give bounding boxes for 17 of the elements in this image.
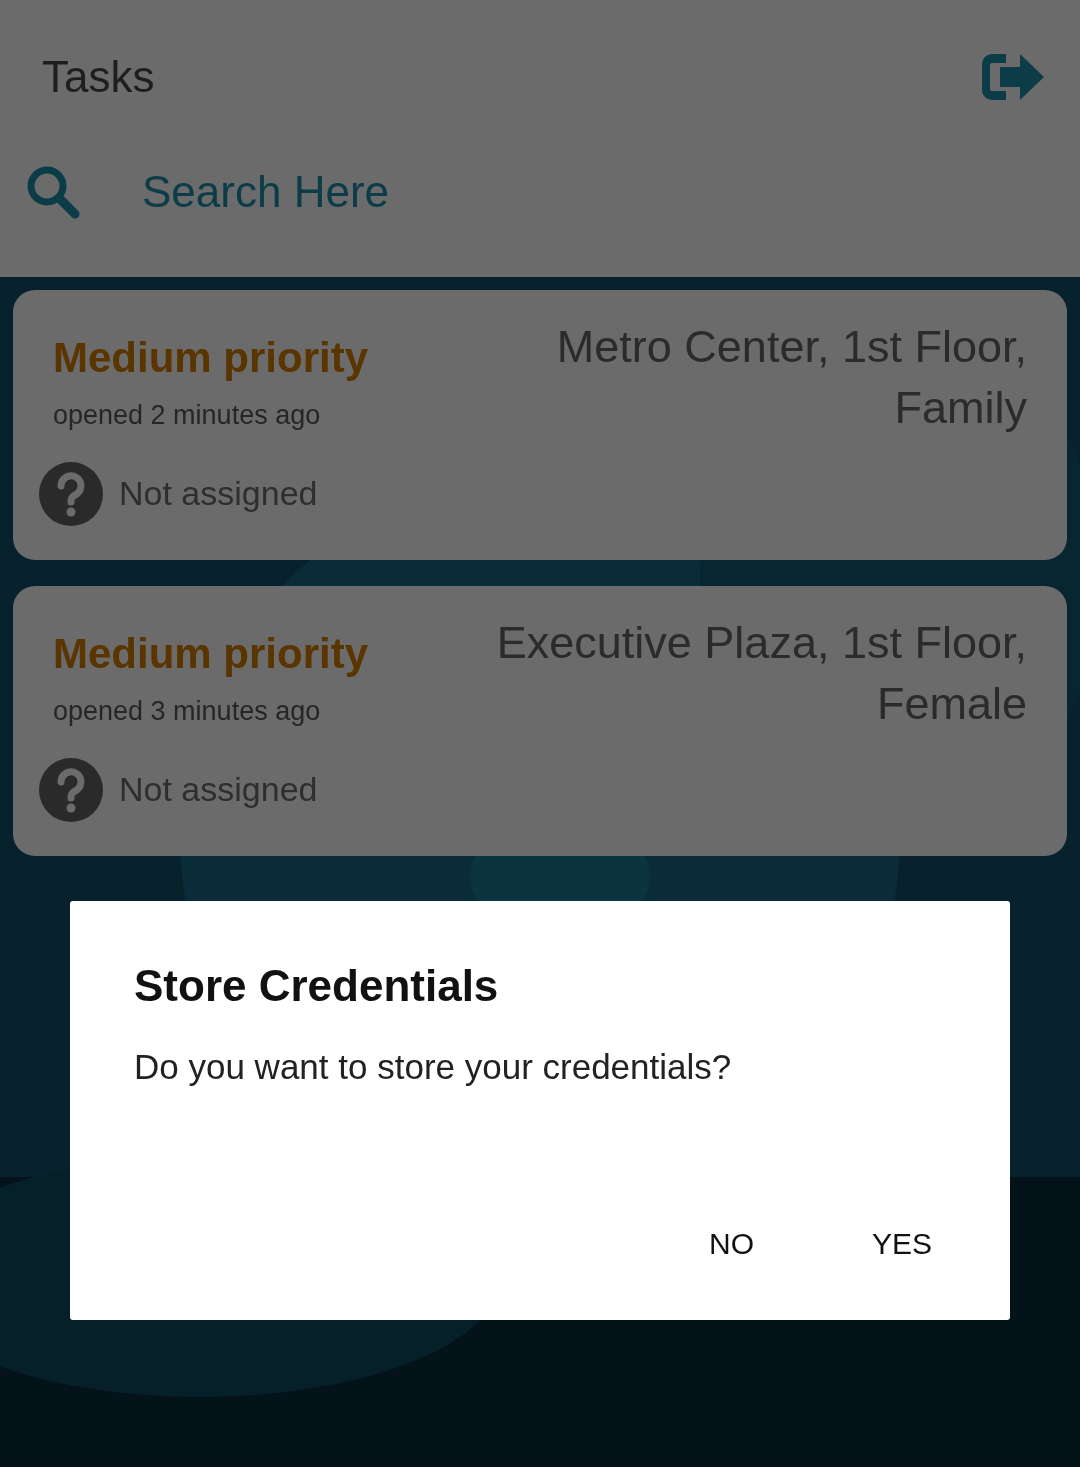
opened-time: opened 2 minutes ago	[53, 399, 322, 432]
dialog-button[interactable]: YES	[847, 1213, 956, 1274]
question-icon	[39, 757, 103, 822]
dialog-button[interactable]: NO	[684, 1213, 778, 1274]
opened-time: opened 3 minutes ago	[53, 695, 322, 728]
priority-label: Medium priority	[53, 629, 369, 679]
location-label: Executive Plaza, 1st Floor, Female	[495, 616, 1027, 731]
question-icon	[39, 461, 103, 526]
search-field[interactable]: Search Here	[140, 158, 740, 226]
dialog-title: Store Credentials	[134, 960, 500, 1012]
assignee-label: Not assigned	[119, 473, 318, 514]
search-icon	[26, 165, 80, 219]
assignee-label: Not assigned	[119, 769, 318, 810]
dialog-message: Do you want to store your credentials?	[134, 1046, 733, 1088]
page-title: Tasks	[42, 51, 155, 103]
priority-label: Medium priority	[53, 333, 369, 383]
location-label: Metro Center, 1st Floor, Family	[555, 320, 1027, 435]
